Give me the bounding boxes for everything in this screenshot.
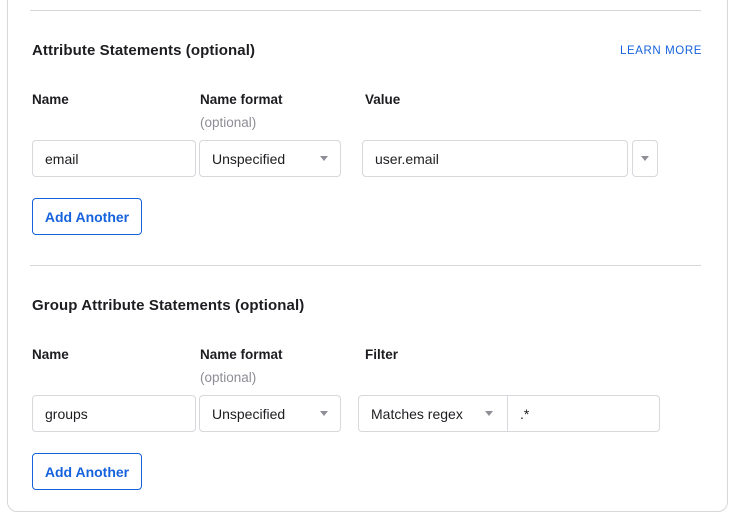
attribute-name-format-select[interactable]: Unspecified xyxy=(199,140,341,177)
attribute-name-input[interactable] xyxy=(32,140,196,177)
caret-down-icon xyxy=(320,411,328,416)
column-header-name-format: Name format xyxy=(200,92,283,107)
attribute-value-expression-picker-button[interactable] xyxy=(632,140,658,177)
add-another-group-attribute-button[interactable]: Add Another xyxy=(32,453,142,490)
column-header-name: Name xyxy=(32,92,69,107)
group-attribute-statements-title: Group Attribute Statements (optional) xyxy=(32,297,304,314)
column-header-filter: Filter xyxy=(365,347,398,362)
caret-down-icon xyxy=(485,411,493,416)
caret-down-icon xyxy=(320,156,328,161)
group-filter-group: Matches regex xyxy=(358,395,660,432)
group-filter-value-input[interactable] xyxy=(508,396,659,431)
attribute-value-input[interactable] xyxy=(362,140,628,177)
column-header-name: Name xyxy=(32,347,69,362)
group-filter-type-selected-value: Matches regex xyxy=(371,406,485,422)
column-header-name-format: Name format xyxy=(200,347,283,362)
settings-card xyxy=(7,0,728,512)
learn-more-link[interactable]: LEARN MORE xyxy=(620,45,702,57)
section-divider-top xyxy=(30,10,701,11)
add-another-attribute-button[interactable]: Add Another xyxy=(32,198,142,235)
attribute-statements-title: Attribute Statements (optional) xyxy=(32,42,255,59)
saml-settings-page: Attribute Statements (optional) LEARN MO… xyxy=(0,0,737,530)
group-attribute-name-format-select[interactable]: Unspecified xyxy=(199,395,341,432)
group-attribute-name-input[interactable] xyxy=(32,395,196,432)
section-divider-middle xyxy=(30,265,701,266)
column-header-value: Value xyxy=(365,92,400,107)
group-filter-type-select[interactable]: Matches regex xyxy=(359,396,508,431)
caret-down-icon xyxy=(641,156,649,161)
attribute-name-format-selected-value: Unspecified xyxy=(212,151,320,167)
name-format-optional-note: (optional) xyxy=(200,370,256,385)
group-attribute-name-format-selected-value: Unspecified xyxy=(212,406,320,422)
name-format-optional-note: (optional) xyxy=(200,115,256,130)
